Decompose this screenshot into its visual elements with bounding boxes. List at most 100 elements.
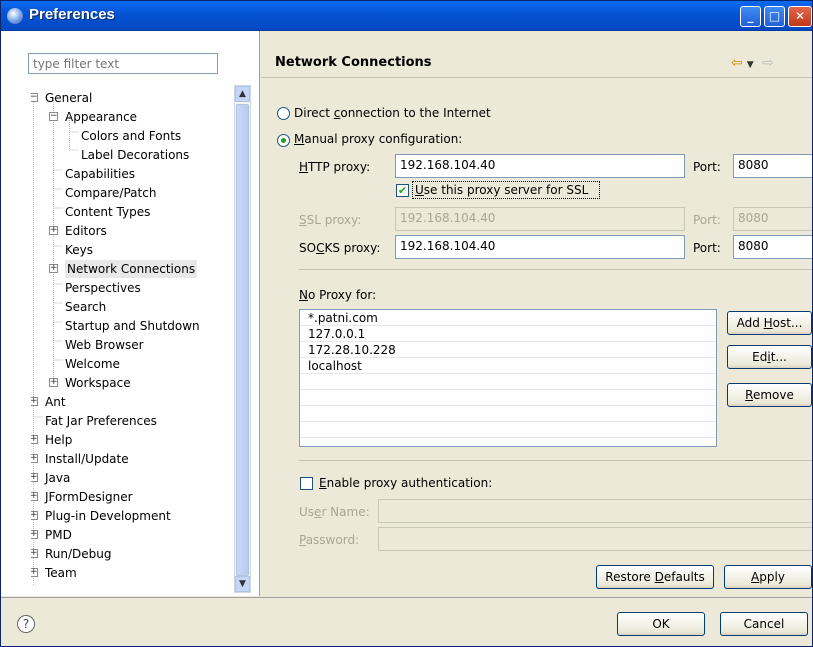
tree-item-label: Ant — [45, 395, 66, 409]
network-connections-page: Network Connections ⇦ ▼ ⇨ Direct connecti… — [261, 31, 812, 596]
scroll-thumb[interactable] — [236, 104, 249, 576]
collapse-icon[interactable]: − — [49, 112, 58, 121]
socks-proxy-field[interactable]: 192.168.104.40 — [395, 235, 685, 259]
no-proxy-host-list[interactable]: *.patni.com 127.0.0.1 172.28.10.228 loca… — [299, 309, 717, 447]
expand-icon[interactable]: + — [31, 397, 38, 406]
empty-list-row — [300, 406, 716, 422]
back-arrow-icon[interactable]: ⇦ — [731, 55, 743, 71]
tree-item-label: Appearance — [65, 110, 138, 124]
window-title: Preferences — [29, 6, 115, 23]
apply-button[interactable]: Apply — [724, 565, 812, 589]
restore-defaults-button[interactable]: Restore Defaults — [596, 565, 714, 589]
expand-icon[interactable]: + — [31, 492, 38, 501]
tree-item-label: PMD — [45, 528, 72, 542]
scroll-up-arrow-icon[interactable]: ▲ — [235, 86, 250, 102]
add-host-button[interactable]: Add Host... — [727, 311, 812, 335]
tree-item-label: Search — [65, 300, 107, 314]
scroll-down-arrow-icon[interactable]: ▼ — [235, 576, 250, 592]
tree-item-label: Content Types — [65, 205, 151, 219]
dialog-footer: ? OK Cancel — [1, 597, 812, 646]
tree-item-label: Run/Debug — [45, 547, 112, 561]
minimize-button[interactable]: _ — [740, 6, 761, 27]
expand-icon[interactable]: + — [49, 378, 58, 387]
expand-icon[interactable]: + — [31, 530, 38, 539]
edit-button[interactable]: Edit... — [727, 345, 812, 369]
tree-item-label: Editors — [65, 224, 107, 238]
section-separator — [299, 460, 812, 461]
tree-item-label: Network Connections — [65, 260, 198, 278]
user-name-label: User Name: — [299, 505, 370, 519]
back-menu-chevron-icon[interactable]: ▼ — [747, 60, 754, 70]
forward-arrow-icon[interactable]: ⇨ — [762, 55, 774, 71]
ssl-port-field: 8080 — [733, 207, 812, 231]
tree-item-label: Fat Jar Preferences — [45, 414, 157, 428]
socks-port-field[interactable]: 8080 — [733, 235, 812, 259]
tree-item-label: Plug-in Development — [45, 509, 171, 523]
manual-proxy-label[interactable]: Manual proxy configuration: — [294, 132, 462, 146]
expand-icon[interactable]: + — [31, 454, 38, 463]
use-proxy-for-ssl-checkbox[interactable]: ✔ — [396, 184, 409, 197]
direct-connection-label[interactable]: Direct connection to the Internet — [294, 106, 491, 120]
tree-item-label: Java — [45, 471, 71, 485]
filter-input[interactable] — [28, 53, 218, 74]
tree-item-label: General — [45, 91, 93, 105]
expand-icon[interactable]: + — [49, 264, 58, 273]
empty-list-row — [300, 390, 716, 406]
close-button[interactable]: ✕ — [788, 6, 812, 27]
help-icon[interactable]: ? — [17, 615, 35, 633]
expand-icon[interactable]: + — [31, 549, 38, 558]
host-list-item[interactable]: localhost — [300, 358, 716, 374]
remove-button[interactable]: Remove — [727, 383, 812, 407]
expand-icon[interactable]: + — [31, 473, 38, 482]
expand-icon[interactable]: + — [31, 435, 38, 444]
tree-item-label: Label Decorations — [81, 148, 190, 162]
http-proxy-field[interactable]: 192.168.104.40 — [395, 154, 685, 178]
cancel-button[interactable]: Cancel — [720, 612, 808, 636]
host-list-item[interactable]: 172.28.10.228 — [300, 342, 716, 358]
maximize-button[interactable]: □ — [764, 6, 785, 27]
host-list-item[interactable]: 127.0.0.1 — [300, 326, 716, 342]
enable-proxy-auth-checkbox[interactable] — [300, 477, 313, 490]
title-separator — [261, 77, 812, 78]
tree-item-label: Startup and Shutdown — [65, 319, 200, 333]
tree-item-label: Colors and Fonts — [81, 129, 182, 143]
tree-item-label: Perspectives — [65, 281, 141, 295]
ssl-proxy-label: SSL proxy: — [299, 213, 362, 227]
tree-item-label: Help — [45, 433, 73, 447]
expand-icon[interactable]: + — [31, 511, 38, 520]
ok-button[interactable]: OK — [617, 612, 705, 636]
tree-item-label: Keys — [65, 243, 94, 257]
expand-icon[interactable]: + — [49, 226, 58, 235]
password-field — [378, 527, 812, 551]
left-pane: −General−AppearanceColors and FontsLabel… — [1, 31, 260, 596]
tree-item-label: UCDetector — [45, 583, 114, 585]
tree-item-label: Team — [45, 566, 77, 580]
tree-item-label: Compare/Patch — [65, 186, 157, 200]
section-separator — [299, 269, 812, 270]
empty-list-row — [300, 422, 716, 438]
empty-list-row — [300, 374, 716, 390]
user-name-field — [378, 499, 812, 523]
tree-item-label: Welcome — [65, 357, 120, 371]
no-proxy-label: No Proxy for: — [299, 288, 377, 302]
manual-proxy-radio[interactable] — [277, 134, 290, 147]
direct-connection-radio[interactable] — [277, 107, 290, 120]
ssl-proxy-field: 192.168.104.40 — [395, 207, 685, 231]
socks-port-label: Port: — [693, 241, 721, 255]
tree-item-label: Capabilities — [65, 167, 135, 181]
host-list-item[interactable]: *.patni.com — [300, 310, 716, 326]
expand-icon[interactable]: + — [31, 568, 38, 577]
use-proxy-for-ssl-label[interactable]: Use this proxy server for SSL — [415, 183, 588, 197]
socks-proxy-label: SOCKS proxy: — [299, 241, 381, 255]
title-bar[interactable]: Preferences _ □ ✕ — [1, 1, 812, 31]
enable-proxy-auth-label[interactable]: Enable proxy authentication: — [319, 476, 492, 490]
tree-item-label: Install/Update — [45, 452, 129, 466]
tree-item-label: Workspace — [65, 376, 131, 390]
collapse-icon[interactable]: − — [31, 93, 38, 102]
http-proxy-label: HTTP proxy: — [299, 160, 371, 174]
page-title: Network Connections — [275, 55, 432, 70]
preferences-window: Preferences _ □ ✕ type filter text Gener… — [0, 0, 813, 647]
tree-item-label: Web Browser — [65, 338, 144, 352]
tree-scrollbar[interactable]: ▲ ▼ — [234, 85, 251, 593]
http-port-field[interactable]: 8080 — [733, 154, 812, 178]
